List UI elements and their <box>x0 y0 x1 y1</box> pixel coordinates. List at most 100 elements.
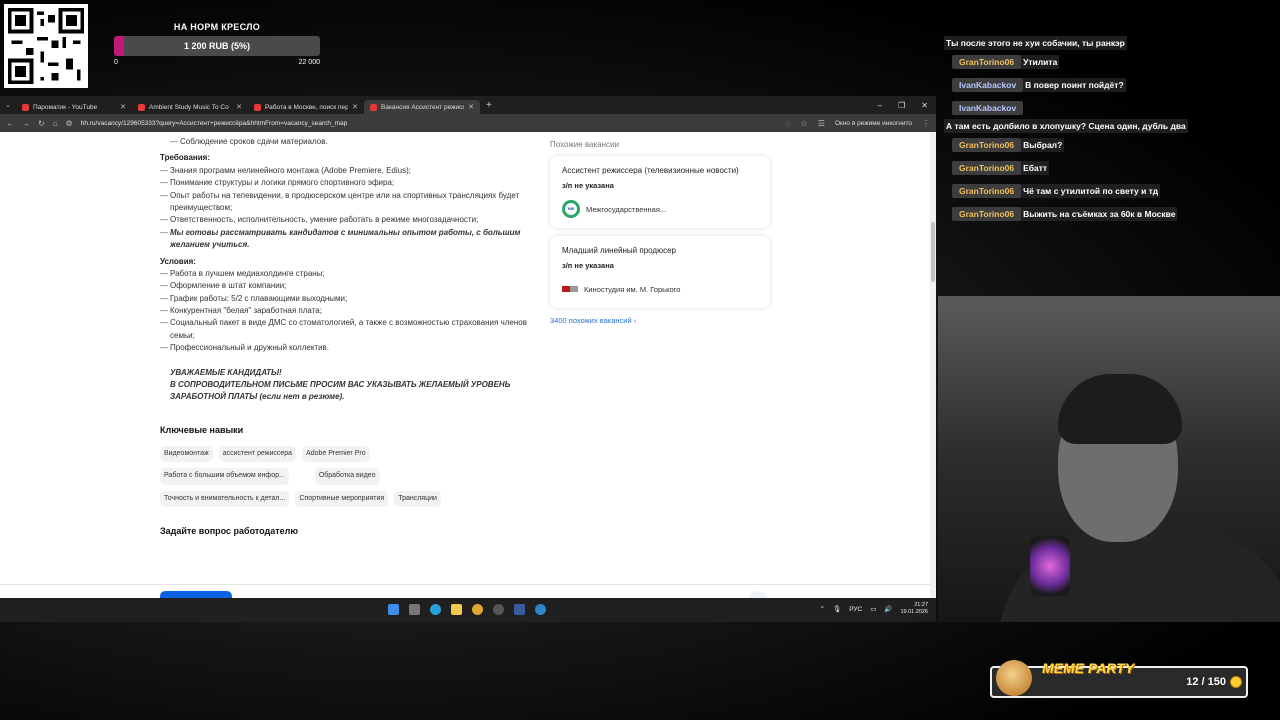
hh-icon <box>370 103 377 111</box>
similar-vacancy-card[interactable]: Ассистент режиссера (телевизионные новос… <box>550 156 770 228</box>
home-icon[interactable]: ⌂ <box>53 119 58 128</box>
tab-1[interactable]: Пароматик - YouTube ✕ <box>16 100 132 114</box>
youtube-icon <box>138 103 145 111</box>
mic-icon[interactable]: 🎙 <box>833 605 841 613</box>
close-tab-icon[interactable]: ✕ <box>468 103 474 111</box>
card-title[interactable]: Ассистент режиссера (телевизионные новос… <box>562 166 758 175</box>
qr-code <box>4 4 88 88</box>
chevron-right-icon: › <box>633 316 637 325</box>
skill-chip: Adobe Premier Pro <box>302 445 370 463</box>
close-tab-icon[interactable]: ✕ <box>352 103 358 111</box>
list-item: — Оформление в штат компании; <box>160 281 287 291</box>
card-employer[interactable]: Киностудия им. М. Горького <box>584 285 680 294</box>
tab-4-active[interactable]: Вакансия Ассистент режиссе ✕ <box>364 100 480 114</box>
goal-max: 22 000 <box>298 59 320 66</box>
chevron-up-icon[interactable]: ⌃ <box>819 605 824 613</box>
meme-party-count: 12 / 150 <box>1186 676 1226 688</box>
taskbar: ⌃ 🎙 РУС ▭ 🔊 21:27 19.01.2026 <box>0 598 936 622</box>
scrollbar-thumb[interactable] <box>931 222 935 282</box>
list-item: — Работа в лучшем медиахолдинге страны; <box>160 268 325 278</box>
chat-message: IvanKabackov А там есть долбило в хлопушк… <box>944 101 1244 133</box>
url-input[interactable]: hh.ru/vacancy/129605333?query=Ассистент+… <box>81 120 778 127</box>
telegram-icon[interactable] <box>430 604 441 615</box>
menu-dots-icon[interactable]: ⋮ <box>922 119 930 128</box>
tab-search-icon[interactable]: ⌄ <box>0 101 16 109</box>
tab-bar: ⌄ Пароматик - YouTube ✕ Ambient Study Mus… <box>0 96 936 114</box>
salary-notice: УВАЖАЕМЫЕ КАНДИДАТЫ! В СОПРОВОДИТЕЛЬНОМ … <box>170 367 511 402</box>
chat-message: IvanKabackov В повер поинт пойдёт? <box>944 78 1244 96</box>
windows-start-icon[interactable] <box>388 604 399 615</box>
skills-list: Видеомонтаж ассистент режиссера Adobe Pr… <box>160 445 480 507</box>
site-info-icon[interactable]: ⚙ <box>66 119 73 128</box>
stream-chat: Ты после этого не хуи собачии, ты ранкэр… <box>944 36 1244 230</box>
chat-username: GranTorino06 <box>952 207 1022 221</box>
similar-vacancies: Похожие вакансии Ассистент режиссера (те… <box>550 140 770 325</box>
chat-message-text: Чё там с утилитой по свету и тд <box>1021 184 1161 198</box>
card-title[interactable]: Младший линейный продюсер <box>562 246 758 255</box>
card-salary: з/п не указана <box>562 261 614 270</box>
file-explorer-icon[interactable] <box>451 604 462 615</box>
tab-groups-icon[interactable]: ☰ <box>818 119 825 128</box>
tab-2[interactable]: Ambient Study Music To Co ✕ <box>132 100 248 114</box>
chat-message: GranTorino06 Утилита <box>944 55 1244 73</box>
tab-title: Пароматик - YouTube <box>33 103 98 111</box>
list-item: — Ответственность, исполнительность, умен… <box>160 215 479 225</box>
incognito-label[interactable]: Окно в режиме инкогнито <box>835 120 912 127</box>
skill-chip: Видеомонтаж <box>160 445 213 463</box>
forward-icon[interactable]: → <box>22 119 30 128</box>
list-item: — График работы: 5/2 с плавающими выходны… <box>160 293 348 303</box>
task-view-icon[interactable] <box>409 604 420 615</box>
chat-message-text: Утилита <box>1021 55 1060 69</box>
minimize-icon[interactable]: – <box>878 101 882 110</box>
chat-username: GranTorino06 <box>952 138 1022 152</box>
list-item: — Профессиональный и дружный коллектив. <box>160 343 330 353</box>
scrollbar[interactable] <box>930 132 936 622</box>
hh-icon <box>254 103 261 111</box>
chat-username: GranTorino06 <box>952 161 1022 175</box>
chat-message: GranTorino06 Ебатт <box>944 161 1244 179</box>
app-icon[interactable] <box>514 604 525 615</box>
telegram-badge-icon[interactable] <box>535 604 546 615</box>
employer-logo-icon <box>562 286 578 292</box>
language-indicator[interactable]: РУС <box>849 606 862 613</box>
chat-message: GranTorino06 Выжить на съёмках за 60к в М… <box>944 207 1244 225</box>
similar-heading: Похожие вакансии <box>550 140 619 149</box>
chrome-icon[interactable] <box>472 604 483 615</box>
list-item: — Социальный пакет в виде ДМС со стоматол… <box>160 318 527 340</box>
close-tab-icon[interactable]: ✕ <box>120 103 126 111</box>
skill-chip: ассистент режиссера <box>218 445 297 463</box>
browser-window: ⌄ Пароматик - YouTube ✕ Ambient Study Mus… <box>0 96 936 622</box>
volume-icon[interactable]: 🔊 <box>884 605 892 613</box>
maximize-icon[interactable]: ❐ <box>898 101 905 110</box>
address-bar: ← → ↻ ⌂ ⚙ hh.ru/vacancy/129605333?query=… <box>0 114 936 132</box>
chat-message-text: Ебатт <box>1021 161 1050 175</box>
reload-icon[interactable]: ↻ <box>38 119 45 128</box>
back-icon[interactable]: ← <box>6 119 14 128</box>
card-employer[interactable]: Межгосударственная... <box>586 205 666 214</box>
obs-icon[interactable] <box>493 604 504 615</box>
network-icon[interactable]: ▭ <box>870 605 876 613</box>
microphone-icon <box>1030 536 1070 596</box>
vacancy-description: — Соблюдение сроков сдачи материалов. Тре… <box>160 136 532 539</box>
chat-message: GranTorino06 Выбрал? <box>944 138 1244 156</box>
meme-party-widget: MEME PARTY 12 / 150 <box>990 660 1248 698</box>
webcam-feed <box>938 296 1280 622</box>
tab-3[interactable]: Работа в Москве, поиск перс ✕ <box>248 100 364 114</box>
more-similar-link[interactable]: 3400 похожих вакансий › <box>550 316 770 325</box>
list-item: — Соблюдение сроков сдачи материалов. <box>170 137 328 146</box>
bookmark-star-icon[interactable]: ☆ <box>801 119 808 128</box>
new-tab-button[interactable]: + <box>486 100 492 111</box>
clock[interactable]: 21:27 19.01.2026 <box>900 602 928 616</box>
close-window-icon[interactable]: ✕ <box>921 101 928 110</box>
goal-title: НА НОРМ КРЕСЛО <box>173 22 261 32</box>
coin-icon <box>1230 676 1242 688</box>
eye-off-icon[interactable]: ◌ <box>786 119 791 128</box>
goal-progress-bar: 1 200 RUB (5%) <box>114 36 320 56</box>
employer-logo-icon: MIR <box>562 200 580 218</box>
goal-amount: 1 200 RUB (5%) <box>183 41 251 51</box>
similar-vacancy-card[interactable]: Младший линейный продюсер з/п не указана… <box>550 236 770 308</box>
card-salary: з/п не указана <box>562 181 614 190</box>
donation-goal: НА НОРМ КРЕСЛО 1 200 RUB (5%) 0 22 000 <box>114 22 320 66</box>
close-tab-icon[interactable]: ✕ <box>236 103 242 111</box>
skill-chip: Работа с большим объемом инфор... <box>160 468 289 485</box>
